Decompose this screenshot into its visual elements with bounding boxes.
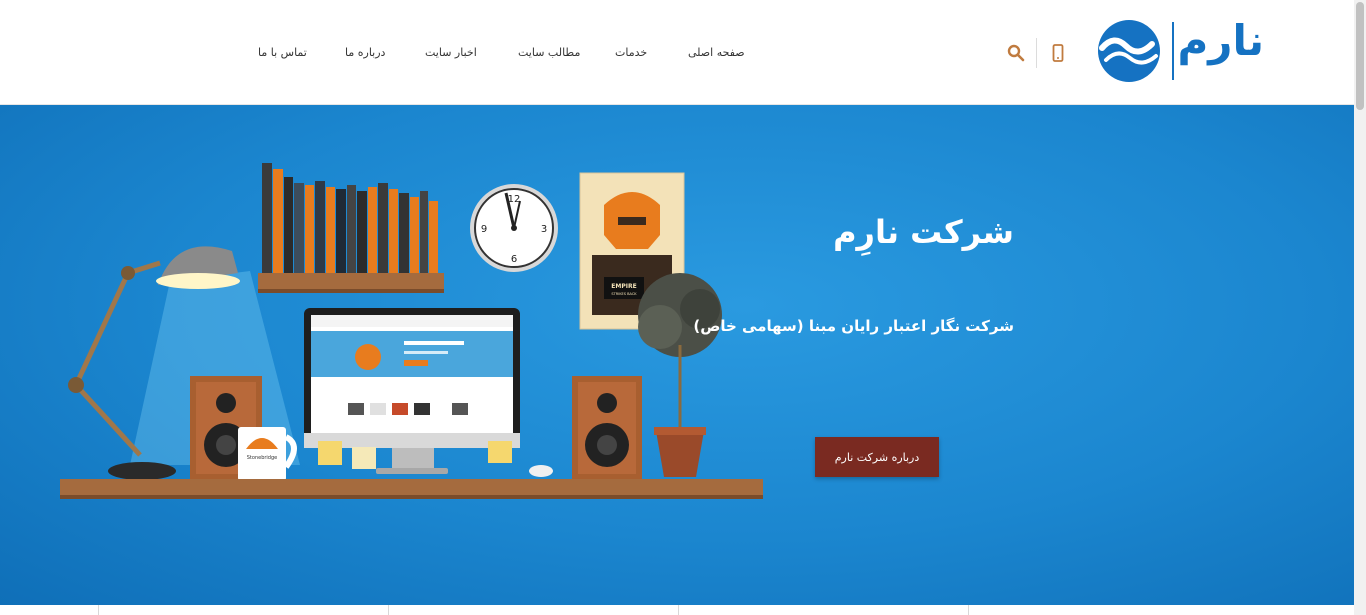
svg-text:EMPIRE: EMPIRE (611, 283, 636, 290)
hero-subtitle: شرکت نگار اعتبار رایان مبنا (سهامی خاص) (693, 317, 1014, 335)
nav-articles[interactable]: مطالب سایت (518, 46, 580, 59)
logo-divider (1172, 22, 1174, 80)
logo-text: نارم (1177, 16, 1264, 65)
nav-about[interactable]: درباره ما (345, 46, 385, 59)
site-logo[interactable]: نارم (1096, 16, 1266, 84)
potted-plant (638, 273, 722, 477)
desk-shelf (60, 479, 763, 499)
footer-divider (968, 605, 969, 615)
nav-contact[interactable]: تماس با ما (258, 46, 307, 59)
svg-text:STRIKES BACK: STRIKES BACK (611, 292, 637, 296)
right-speaker (572, 376, 642, 480)
wall-clock: 12 3 6 9 (470, 184, 558, 272)
svg-text:6: 6 (511, 254, 517, 265)
page-scrollbar[interactable] (1354, 0, 1366, 615)
desktop-monitor (304, 308, 520, 474)
search-icon[interactable] (1007, 44, 1025, 62)
footer-divider (98, 605, 99, 615)
footer-strip (0, 605, 1354, 615)
mug-label: Stonebridge (247, 455, 277, 461)
computer-mouse (529, 465, 553, 477)
workspace-illustration: 12 3 6 9 EMPIRE STRIKES BACK Stonebridge (60, 163, 763, 499)
hero-banner: 12 3 6 9 EMPIRE STRIKES BACK Stonebridge… (0, 105, 1354, 605)
scrollbar-thumb[interactable] (1356, 2, 1364, 110)
about-company-button[interactable]: درباره شرکت نارم (815, 437, 939, 477)
mobile-icon[interactable] (1052, 44, 1064, 62)
svg-text:12: 12 (508, 194, 521, 205)
hero-title: شرکت نارِم (833, 213, 1014, 251)
nav-news[interactable]: اخبار سایت (425, 46, 477, 59)
footer-divider (388, 605, 389, 615)
logo-wave-icon (1098, 20, 1160, 82)
nav-services[interactable]: خدمات (615, 46, 647, 59)
bookshelf (258, 163, 444, 293)
coffee-mug: Stonebridge (238, 427, 297, 481)
svg-text:9: 9 (481, 224, 487, 235)
site-header: نارم صفحه اصلی خدمات مطالب سایت اخبار سا… (0, 0, 1354, 105)
nav-home[interactable]: صفحه اصلی (688, 46, 745, 59)
footer-divider (678, 605, 679, 615)
header-icon-divider (1036, 38, 1037, 68)
svg-text:3: 3 (541, 224, 547, 235)
